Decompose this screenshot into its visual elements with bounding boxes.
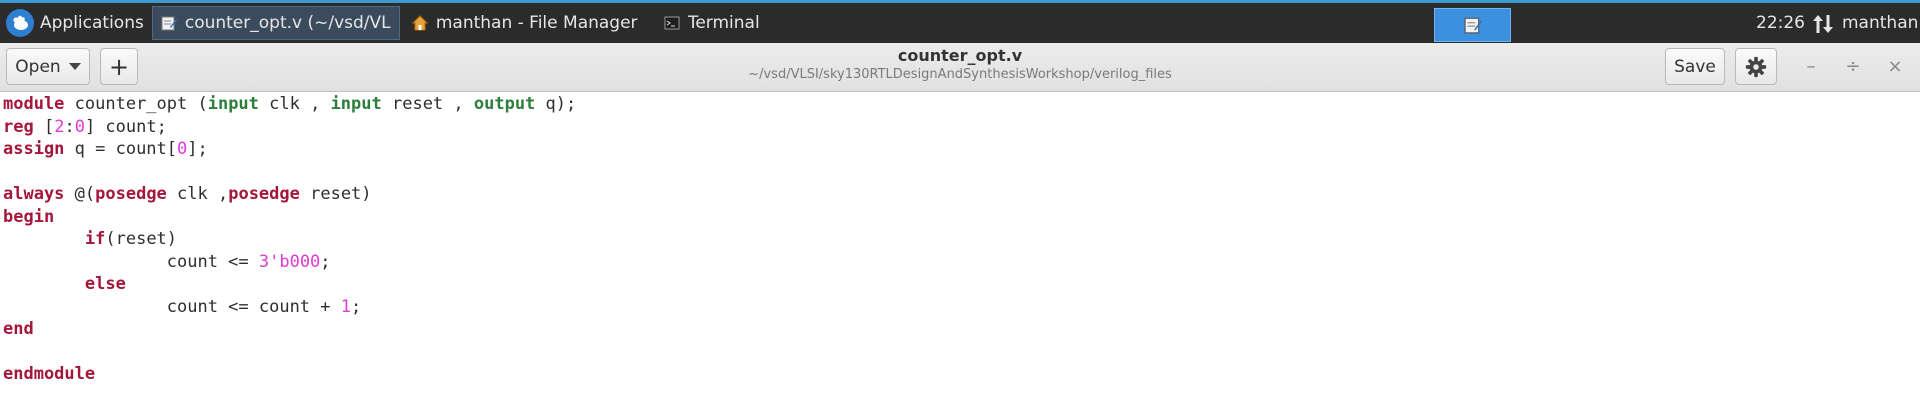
code-token: @( [64,184,96,204]
maximize-button[interactable]: ÷ [1838,51,1868,81]
editor-headerbar: Open + counter_opt.v ~/vsd/VLSI/sky130RT… [0,43,1920,92]
code-token: posedge [95,184,167,204]
code-token: ; [320,251,331,272]
code-line: if(reset) [3,228,1920,251]
code-token: output [473,94,536,114]
code-token: module [3,94,65,114]
new-tab-button[interactable]: + [100,48,138,85]
document-title: counter_opt.v [897,46,1023,65]
code-token: clk , [258,94,331,114]
code-line: always @(posedge clk ,posedge reset) [3,183,1920,206]
taskbar-item-label: counter_opt.v (~/vsd/VL... [184,13,391,33]
code-token: clk , [166,184,229,204]
clock[interactable]: 22:26 [1756,3,1805,43]
code-token: count <= [3,251,259,272]
code-token: q = count[ [64,139,178,159]
open-button[interactable]: Open [6,48,90,85]
code-token: posedge [228,184,300,204]
save-button[interactable]: Save [1665,48,1725,85]
code-token: always [3,184,65,204]
code-token: 0 [74,116,85,137]
open-button-label: Open [15,56,61,77]
code-token: ; [351,296,362,317]
taskbar-item-label: manthan - File Manager [435,13,638,33]
code-line: module counter_opt (input clk , input re… [3,93,1920,116]
code-token: 1 [340,296,352,317]
code-token: count <= count + [3,296,341,317]
title-area: counter_opt.v ~/vsd/VLSI/sky130RTLDesign… [0,46,1920,83]
code-line: endmodule [3,363,1920,386]
taskbar-item-editor[interactable]: counter_opt.v (~/vsd/VL... [151,6,400,40]
text-editor-icon [1464,17,1482,34]
home-folder-icon [411,15,428,31]
taskbar: Applications counter_opt.v (~/vsd/VL... … [0,0,1920,43]
code-line: reg [2:0] count; [3,116,1920,139]
workspace-switcher[interactable] [1434,8,1511,42]
code-token: 3'b000 [258,251,321,272]
code-token: end [3,319,34,339]
minimize-button[interactable]: – [1796,51,1826,81]
code-line: count <= 3'b000; [3,251,1920,274]
applications-label: Applications [40,13,144,33]
code-token: reset) [299,184,372,204]
taskbar-item-terminal[interactable]: Terminal [656,6,896,40]
code-line: begin [3,206,1920,229]
code-token: counter_opt ( [64,94,208,114]
code-token: endmodule [3,364,96,384]
code-token: reset , [381,94,474,114]
code-line: end [3,318,1920,341]
text-editor-icon [161,16,177,31]
taskbar-item-file-manager[interactable]: manthan - File Manager [404,6,652,40]
document-path: ~/vsd/VLSI/sky130RTLDesignAndSynthesisWo… [748,67,1172,82]
code-token: assign [3,139,65,159]
terminal-icon [664,16,680,30]
code-token: begin [3,206,55,227]
code-token: [ [33,116,55,137]
code-token: (reset) [105,229,178,249]
code-token: input [330,94,382,114]
gear-icon [1745,56,1767,77]
code-token: q); [535,94,577,114]
code-token: input [207,94,259,114]
code-line: else [3,273,1920,296]
code-token: : [64,116,75,137]
code-token: else [84,274,126,294]
code-token: ] count; [84,116,167,137]
taskbar-item-label: Terminal [687,13,760,33]
user-menu[interactable]: manthan [1842,3,1918,43]
code-token: ]; [187,139,208,159]
code-token: if [84,229,106,249]
menu-button[interactable] [1735,48,1777,85]
code-token: reg [3,116,34,137]
code-line: assign q = count[0]; [3,138,1920,161]
applications-menu[interactable]: Applications [0,3,152,43]
chevron-down-icon [68,63,81,70]
network-updown-icon[interactable] [1812,13,1834,35]
code-token: 2 [54,116,65,137]
code-token: 0 [177,139,188,159]
xfce-mouse-logo-icon [6,9,34,37]
close-button[interactable]: × [1880,51,1910,81]
code-line: count <= count + 1; [3,296,1920,319]
code-editor[interactable]: module counter_opt (input clk , input re… [0,92,1920,415]
